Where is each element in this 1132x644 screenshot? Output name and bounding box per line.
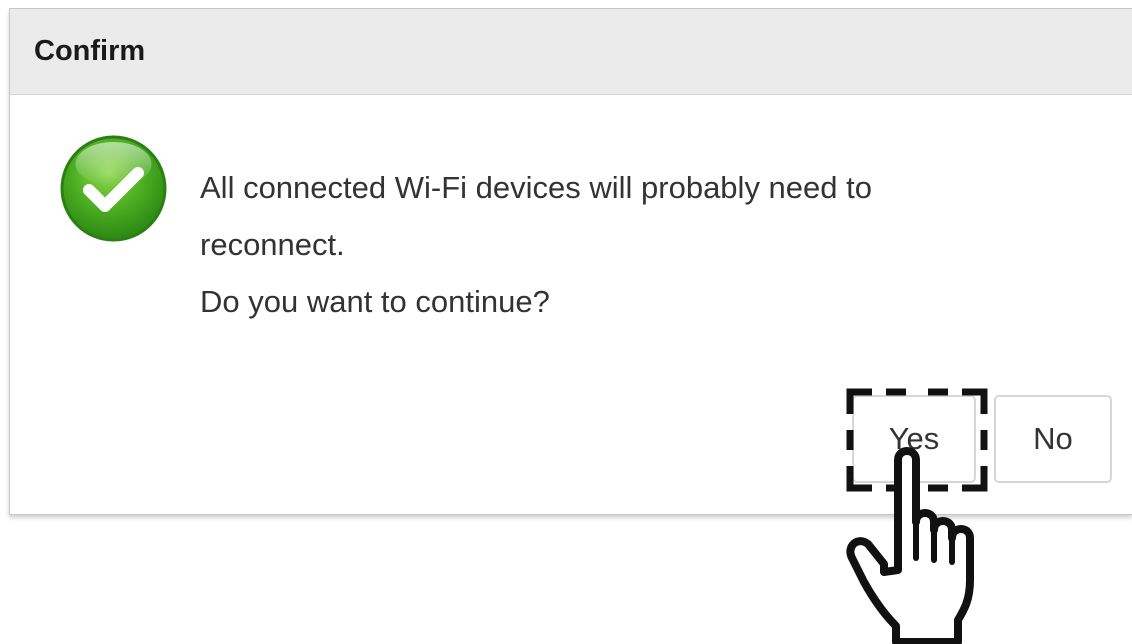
message-line: reconnect. xyxy=(200,227,345,262)
dialog-header: Confirm xyxy=(10,9,1132,95)
yes-button[interactable]: Yes xyxy=(852,395,976,483)
success-check-icon xyxy=(60,135,167,242)
confirm-dialog: Confirm All connected Wi-Fi devices will… xyxy=(9,8,1132,515)
dialog-title: Confirm xyxy=(34,35,146,67)
no-button[interactable]: No xyxy=(994,395,1112,483)
dialog-message: All connected Wi-Fi devices will probabl… xyxy=(200,159,872,330)
message-line: Do you want to continue? xyxy=(200,284,550,319)
message-line: All connected Wi-Fi devices will probabl… xyxy=(200,170,872,205)
